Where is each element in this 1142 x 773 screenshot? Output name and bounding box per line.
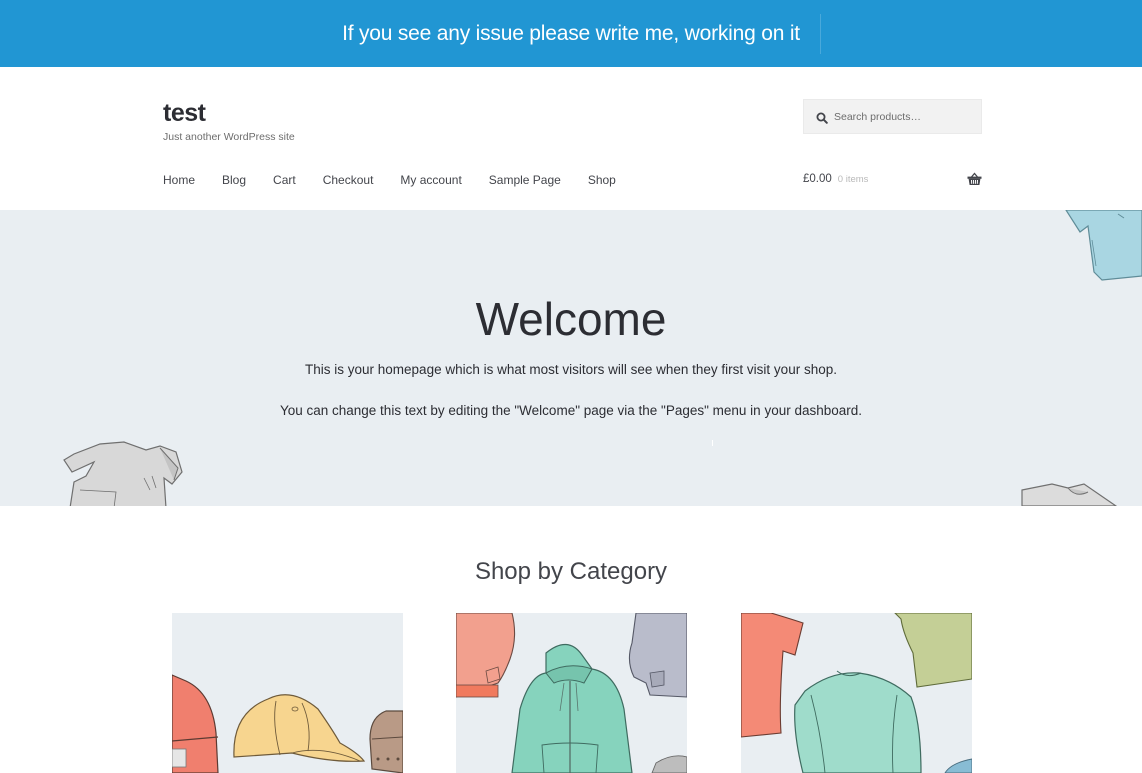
primary-navigation: Home Blog Cart Checkout My account Sampl… bbox=[163, 173, 643, 187]
accessories-illustration bbox=[172, 674, 403, 773]
hero-title: Welcome bbox=[475, 293, 667, 345]
site-title-link[interactable]: test bbox=[163, 99, 206, 128]
category-card-hoodies[interactable] bbox=[456, 613, 687, 773]
hoodies-illustration bbox=[456, 613, 687, 773]
cart-item-count: 0 items bbox=[837, 173, 869, 185]
nav-item-shop[interactable]: Shop bbox=[588, 173, 616, 187]
tshirt-illustration bbox=[1021, 483, 1118, 506]
search-icon bbox=[816, 111, 828, 124]
hoodie-illustration bbox=[63, 441, 183, 506]
tshirt-illustration bbox=[1065, 210, 1142, 281]
shop-by-category-title: Shop by Category bbox=[474, 558, 668, 585]
site-header: test Just another WordPress site Home Bl… bbox=[0, 67, 1142, 210]
nav-item-cart[interactable]: Cart bbox=[273, 173, 296, 187]
notice-divider bbox=[820, 14, 821, 54]
category-card-accessories[interactable] bbox=[172, 613, 403, 773]
category-card-tshirts[interactable] bbox=[741, 613, 972, 773]
welcome-hero: Welcome This is your homepage which is w… bbox=[0, 210, 1142, 506]
product-search-form bbox=[803, 99, 982, 134]
hero-text-line-1: This is your homepage which is what most… bbox=[305, 362, 837, 377]
text-cursor bbox=[712, 440, 713, 446]
nav-item-sample-page[interactable]: Sample Page bbox=[489, 173, 561, 187]
nav-item-blog[interactable]: Blog bbox=[222, 173, 246, 187]
search-input[interactable] bbox=[834, 110, 974, 123]
header-cart-link[interactable]: £0.00 0 items bbox=[803, 172, 982, 186]
tshirts-illustration bbox=[741, 613, 972, 773]
nav-item-my-account[interactable]: My account bbox=[400, 173, 461, 187]
basket-icon bbox=[967, 172, 982, 186]
site-tagline: Just another WordPress site bbox=[163, 131, 295, 143]
cart-amount: £0.00 bbox=[803, 173, 832, 185]
notice-text: If you see any issue please write me, wo… bbox=[342, 21, 800, 45]
nav-item-home[interactable]: Home bbox=[163, 173, 195, 187]
nav-item-checkout[interactable]: Checkout bbox=[323, 173, 374, 187]
notice-banner: If you see any issue please write me, wo… bbox=[0, 0, 1142, 67]
hero-text-line-2: You can change this text by editing the … bbox=[279, 403, 863, 418]
